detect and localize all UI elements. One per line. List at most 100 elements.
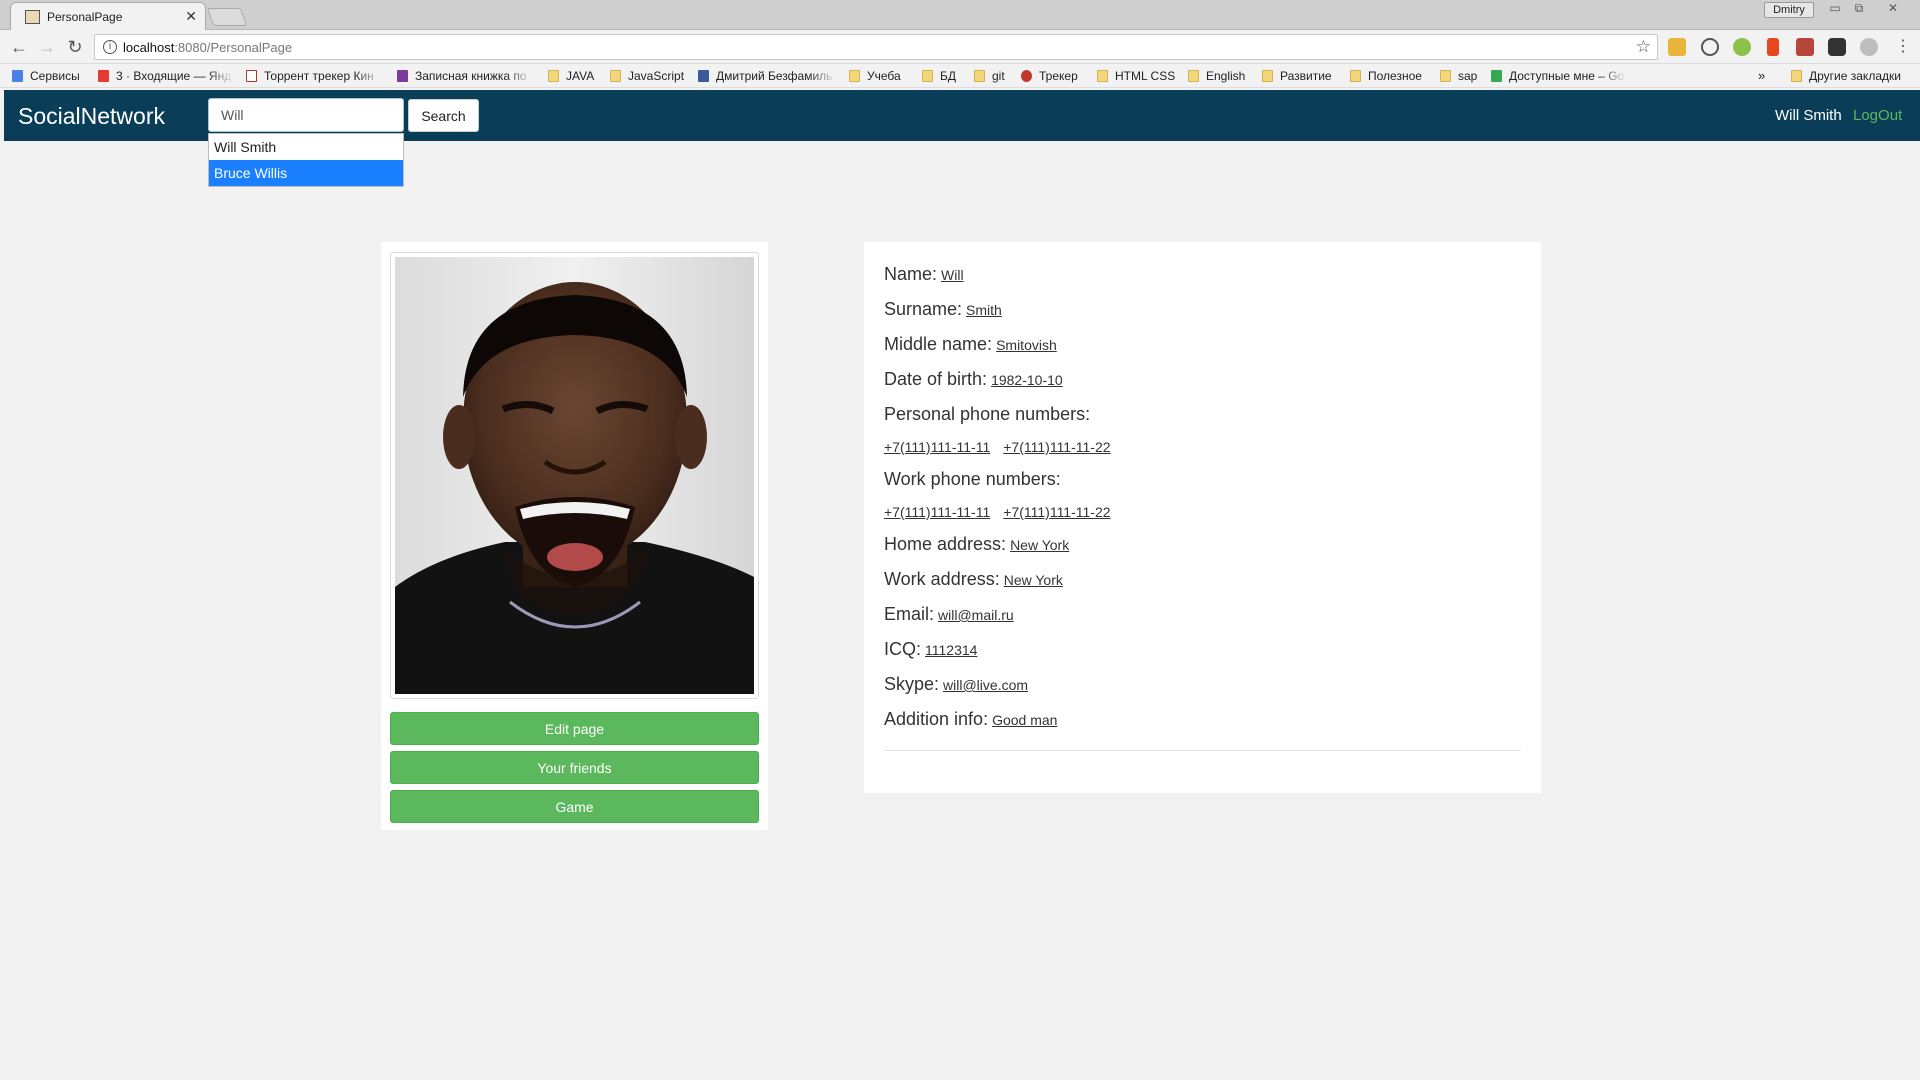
bookmark-folder[interactable]: English bbox=[1188, 68, 1252, 84]
bookmark-item[interactable]: Доступные мне – Go bbox=[1491, 68, 1627, 84]
field-name: Name: Will bbox=[884, 264, 964, 285]
field-label: ICQ: bbox=[884, 639, 922, 659]
page-favicon-icon bbox=[25, 10, 40, 24]
bookmark-folder[interactable]: Учеба bbox=[849, 68, 909, 84]
address-bar[interactable]: i localhost:8080/PersonalPage ☆ bbox=[94, 34, 1658, 60]
field-surname: Surname: Smith bbox=[884, 299, 1002, 320]
folder-icon bbox=[1188, 70, 1199, 82]
suggestion-item[interactable]: Will Smith bbox=[209, 134, 403, 160]
bookmark-label: 3 · Входящие — Янд bbox=[116, 69, 232, 83]
personal-phones-list: +7(111)111-11-11 +7(111)111-11-22 bbox=[884, 439, 1124, 455]
bookmark-label: Дмитрий Безфамиль bbox=[716, 69, 833, 83]
reload-icon[interactable]: ↻ bbox=[62, 35, 88, 59]
bookmark-item[interactable]: Записная книжка по bbox=[397, 68, 533, 84]
brand-logo[interactable]: SocialNetwork bbox=[18, 103, 165, 130]
minimize-icon[interactable]: ▭ bbox=[1824, 1, 1846, 17]
phone-link[interactable]: +7(111)111-11-11 bbox=[884, 504, 990, 520]
bookmark-folder[interactable]: Развитие bbox=[1262, 68, 1342, 84]
bookmark-label: HTML CSS bbox=[1115, 69, 1176, 83]
bookmark-folder[interactable]: Полезное bbox=[1350, 68, 1430, 84]
profile-badge[interactable]: Dmitry bbox=[1764, 2, 1814, 18]
bookmark-label: git bbox=[992, 69, 1005, 83]
sync-icon[interactable] bbox=[1701, 38, 1719, 56]
game-button[interactable]: Game bbox=[390, 790, 759, 823]
k-icon bbox=[246, 70, 257, 82]
field-value[interactable]: 1982-10-10 bbox=[991, 372, 1063, 388]
photo-frame bbox=[390, 252, 759, 699]
suggestion-item-active[interactable]: Bruce Willis bbox=[209, 160, 403, 186]
your-friends-button[interactable]: Your friends bbox=[390, 751, 759, 784]
folder-icon bbox=[849, 70, 860, 82]
bookmark-item[interactable]: Торрент трекер Кин bbox=[246, 68, 382, 84]
tracker-icon bbox=[1021, 70, 1032, 82]
extension-globe-icon[interactable] bbox=[1860, 38, 1878, 56]
bookmark-label: Полезное bbox=[1368, 69, 1422, 83]
field-value[interactable]: Will bbox=[941, 267, 964, 283]
phone-link[interactable]: +7(111)111-11-22 bbox=[1003, 439, 1110, 455]
mail-icon bbox=[98, 70, 109, 82]
browser-toolbar: ← → ↻ i localhost:8080/PersonalPage ☆ ⋮ bbox=[0, 30, 1920, 64]
forward-arrow-icon[interactable]: → bbox=[34, 35, 60, 59]
field-label: Middle name: bbox=[884, 334, 993, 354]
bookmark-label: Записная книжка по bbox=[415, 69, 527, 83]
url-path: :8080/PersonalPage bbox=[174, 40, 293, 55]
field-value[interactable]: will@mail.ru bbox=[938, 607, 1014, 623]
field-value[interactable]: Smith bbox=[966, 302, 1002, 318]
field-value[interactable]: New York bbox=[1010, 537, 1069, 553]
extension-green-icon[interactable] bbox=[1733, 38, 1751, 56]
field-label: Addition info: bbox=[884, 709, 989, 729]
window-close-icon[interactable]: ✕ bbox=[1882, 1, 1904, 17]
restore-icon[interactable]: ⧉ bbox=[1848, 1, 1870, 17]
bookmark-label: JavaScript bbox=[628, 69, 685, 83]
field-value[interactable]: New York bbox=[1004, 572, 1063, 588]
site-info-icon[interactable]: i bbox=[103, 40, 117, 54]
logout-link[interactable]: LogOut bbox=[1853, 107, 1902, 124]
folder-icon bbox=[548, 70, 559, 82]
bookmark-folder[interactable]: git bbox=[974, 68, 1014, 84]
current-user-name[interactable]: Will Smith bbox=[1775, 107, 1842, 124]
phone-link[interactable]: +7(111)111-11-11 bbox=[884, 439, 990, 455]
bookmark-item[interactable]: Дмитрий Безфамиль bbox=[698, 68, 836, 84]
field-email: Email: will@mail.ru bbox=[884, 604, 1014, 625]
bookmark-star-icon[interactable]: ☆ bbox=[1636, 37, 1651, 57]
bookmark-folder[interactable]: Другие закладки bbox=[1791, 68, 1917, 84]
bookmarks-bar: Сервисы 3 · Входящие — Янд Торрент треке… bbox=[0, 64, 1920, 88]
folder-icon bbox=[1350, 70, 1361, 82]
extension-puzzle-icon[interactable] bbox=[1668, 38, 1686, 56]
field-date-of-birth: Date of birth: 1982-10-10 bbox=[884, 369, 1063, 390]
work-phones-list: +7(111)111-11-11 +7(111)111-11-22 bbox=[884, 504, 1124, 520]
bookmark-folder[interactable]: JAVA bbox=[548, 68, 608, 84]
search-button[interactable]: Search bbox=[408, 99, 479, 132]
back-arrow-icon[interactable]: ← bbox=[6, 35, 32, 59]
field-label: Email: bbox=[884, 604, 935, 624]
field-label: Surname: bbox=[884, 299, 963, 319]
edit-page-button[interactable]: Edit page bbox=[390, 712, 759, 745]
tab-close-icon[interactable]: ✕ bbox=[185, 8, 197, 25]
phone-link[interactable]: +7(111)111-11-22 bbox=[1003, 504, 1110, 520]
more-bookmarks-icon[interactable]: » bbox=[1758, 68, 1772, 84]
folder-icon bbox=[1262, 70, 1273, 82]
field-value[interactable]: Good man bbox=[992, 712, 1057, 728]
bookmark-folder[interactable]: БД bbox=[922, 68, 968, 84]
field-value[interactable]: Smitovish bbox=[996, 337, 1057, 353]
extension-red-icon[interactable] bbox=[1796, 38, 1814, 56]
browser-tab[interactable]: PersonalPage ✕ bbox=[10, 2, 206, 30]
search-suggestions: Will Smith Bruce Willis bbox=[208, 133, 404, 187]
search-input[interactable] bbox=[208, 98, 404, 132]
bookmark-folder[interactable]: HTML CSS bbox=[1097, 68, 1177, 84]
field-value[interactable]: will@live.com bbox=[943, 677, 1028, 693]
bookmark-item[interactable]: Сервисы bbox=[12, 68, 94, 84]
extension-dark-icon[interactable] bbox=[1828, 38, 1846, 56]
field-value[interactable]: 1112314 bbox=[925, 642, 977, 658]
bookmark-item[interactable]: 3 · Входящие — Янд bbox=[98, 68, 234, 84]
office-icon[interactable] bbox=[1767, 38, 1779, 56]
bookmark-label: Сервисы bbox=[30, 69, 80, 83]
menu-kebab-icon[interactable]: ⋮ bbox=[1890, 35, 1916, 59]
bookmark-item[interactable]: Трекер bbox=[1021, 68, 1091, 84]
bookmark-folder[interactable]: sap bbox=[1440, 68, 1484, 84]
bookmark-label: Учеба bbox=[867, 69, 901, 83]
bookmark-label: Развитие bbox=[1280, 69, 1332, 83]
field-icq: ICQ: 1112314 bbox=[884, 639, 977, 660]
bookmark-folder[interactable]: JavaScript bbox=[610, 68, 694, 84]
new-tab-button[interactable] bbox=[206, 8, 248, 26]
